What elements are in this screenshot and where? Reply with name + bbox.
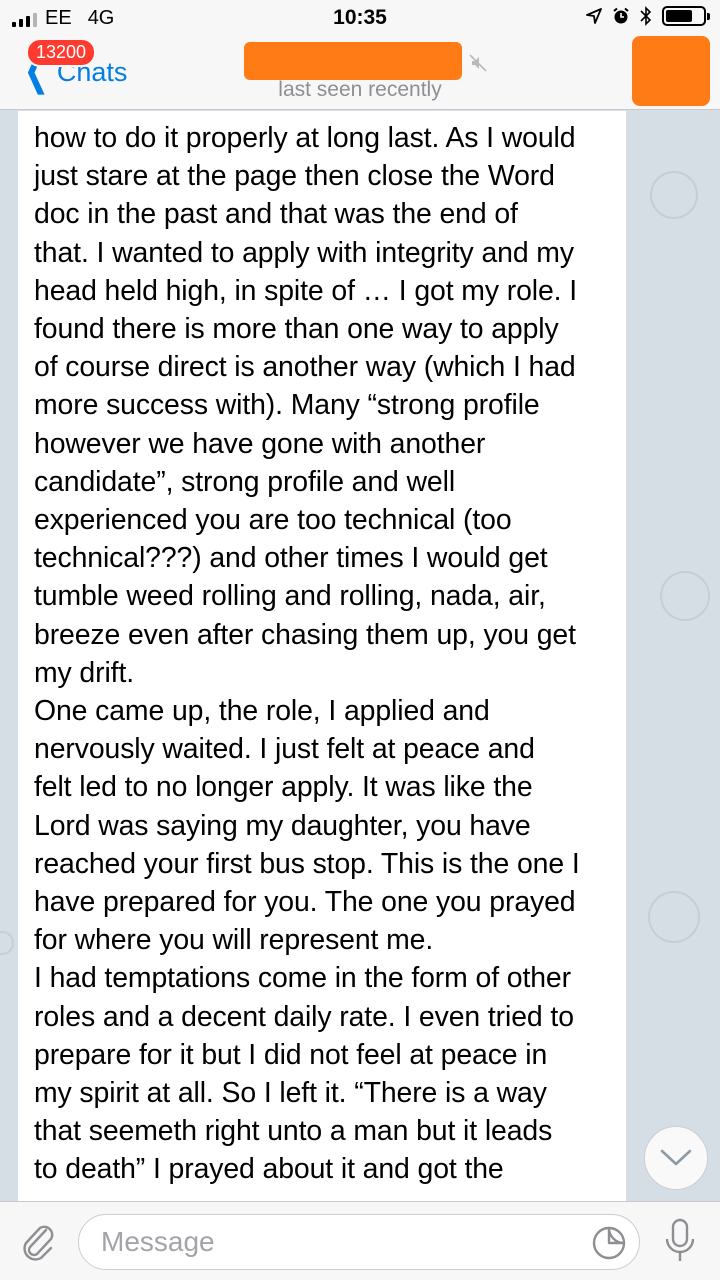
battery-icon [662, 6, 710, 26]
chat-header: ❮ Chats 13200 last seen recently [0, 36, 720, 110]
wallpaper-doodle [650, 171, 698, 219]
status-right [586, 6, 710, 26]
chat-area[interactable]: how to do it properly at long last. As I… [0, 111, 720, 1201]
wallpaper-doodle [0, 931, 14, 955]
wallpaper-doodle [660, 571, 710, 621]
message-text: how to do it properly at long last. As I… [34, 122, 580, 1186]
location-arrow-icon [586, 8, 602, 24]
status-bar: EE 4G 10:35 [0, 0, 720, 36]
microphone-icon[interactable] [662, 1218, 698, 1264]
alarm-icon [613, 7, 629, 24]
scroll-down-button[interactable] [644, 1126, 708, 1190]
wallpaper-doodle [648, 891, 700, 943]
mute-icon [469, 54, 487, 72]
message-input[interactable] [79, 1215, 559, 1269]
chevron-down-icon [660, 1149, 692, 1166]
message-input-bar [0, 1201, 720, 1280]
bluetooth-icon [640, 6, 652, 26]
message-bubble[interactable]: how to do it properly at long last. As I… [18, 111, 626, 1201]
avatar[interactable] [632, 36, 710, 106]
sticker-icon[interactable] [591, 1225, 627, 1261]
paperclip-icon[interactable] [18, 1220, 58, 1262]
message-field[interactable] [78, 1214, 640, 1270]
contact-name-redacted[interactable] [244, 42, 462, 80]
last-seen-status: last seen recently [278, 78, 442, 101]
unread-badge: 13200 [26, 38, 97, 67]
